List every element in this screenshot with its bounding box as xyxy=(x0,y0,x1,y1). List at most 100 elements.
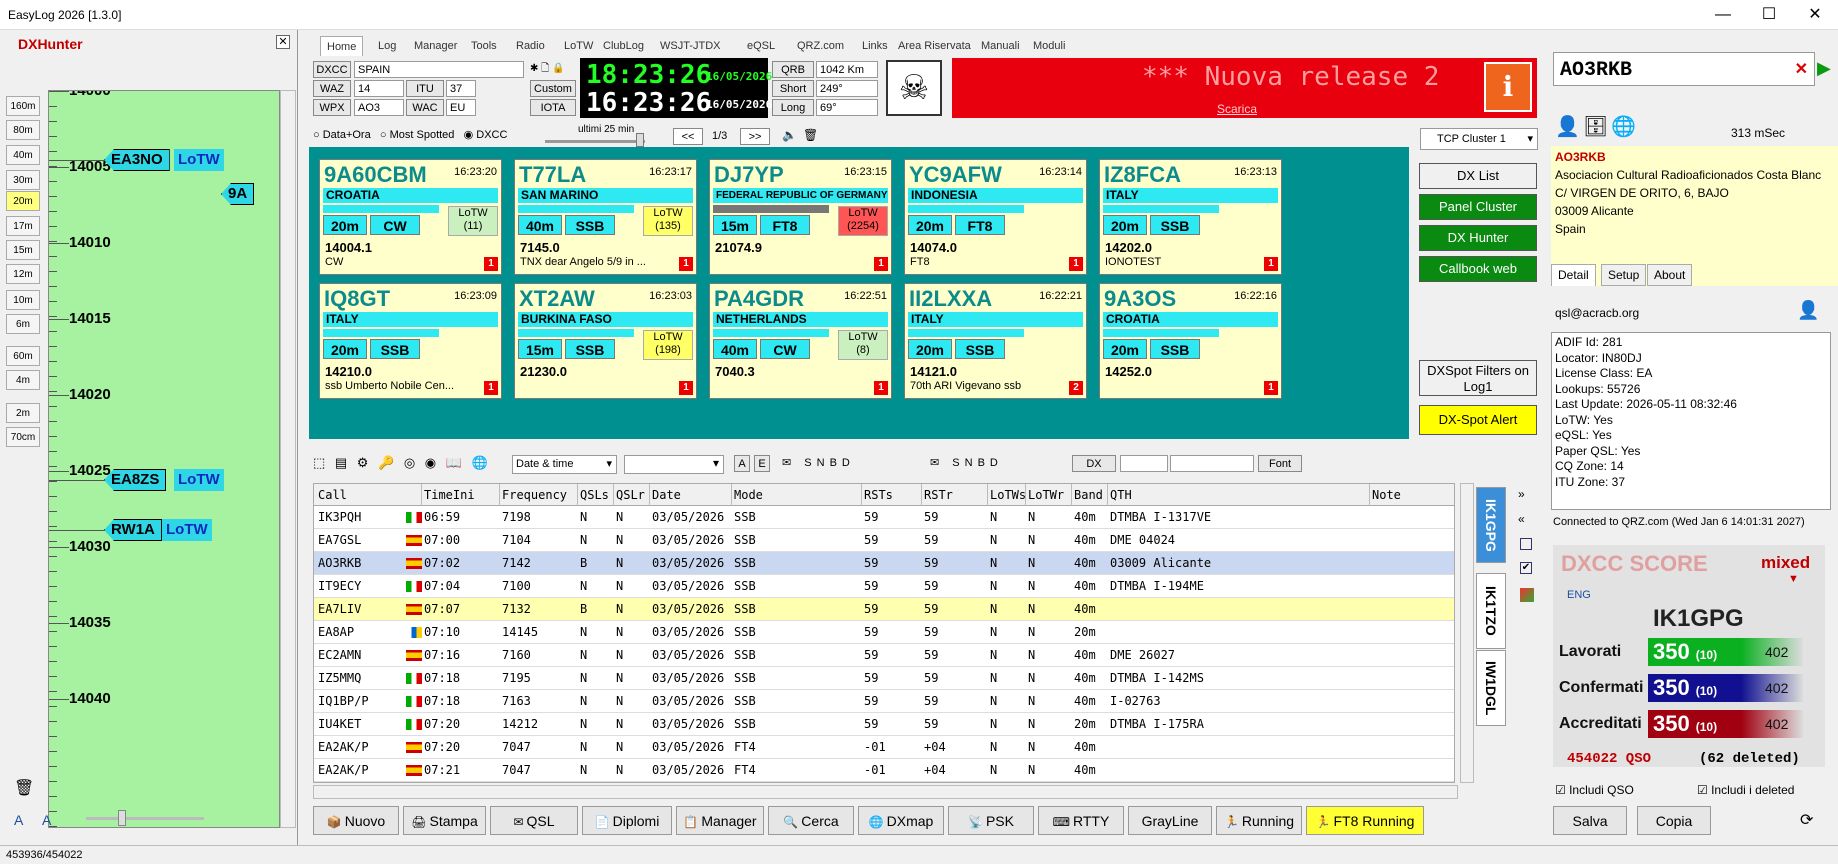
dxhunter-close-icon[interactable]: ✕ xyxy=(276,35,290,49)
qsls-d[interactable]: D xyxy=(842,457,855,469)
col-header-band[interactable]: Band xyxy=(1074,488,1103,502)
frequency-scale[interactable]: 14000 14005 14010 14015 14020 14025 14030 14035… xyxy=(48,90,280,828)
operator-tab-ik1tzo[interactable]: IK1TZO xyxy=(1476,573,1506,649)
spot-card[interactable]: XT2AW 16:23:03 BURKINA FASO 15m SSB LoTW (198… xyxy=(514,283,697,399)
range-slider[interactable] xyxy=(545,140,645,143)
qslr-s[interactable]: S xyxy=(952,457,964,469)
col-header-lotws[interactable]: LoTWs xyxy=(990,488,1026,502)
spot-card[interactable]: IQ8GT 16:23:09 ITALY 20m SSB 14210.0 ssb Umber… xyxy=(319,283,502,399)
bottom-button-running[interactable]: 🏃 Running xyxy=(1216,806,1302,835)
table-hscrollbar[interactable] xyxy=(313,785,1458,799)
qsls-icon[interactable]: ✉ xyxy=(782,457,796,469)
band-button-70cm[interactable]: 70cm xyxy=(6,427,40,447)
col-header-call[interactable]: Call xyxy=(318,488,347,502)
card-callsign[interactable]: T77LA xyxy=(519,162,586,188)
qslr-icon[interactable]: ✉ xyxy=(930,457,944,469)
col-header-rstr[interactable]: RSTr xyxy=(924,488,953,502)
e-button[interactable]: E xyxy=(754,455,770,472)
menu-tab-tools[interactable]: Tools xyxy=(465,36,503,56)
bottom-button-psk[interactable]: 📡 PSK xyxy=(948,806,1034,835)
table-row[interactable]: EC2AMN 07:16 7160 N N 03/05/2026 SSB 59 59 N N 40m D… xyxy=(314,644,1454,667)
card-callsign[interactable]: PA4GDR xyxy=(714,286,804,312)
bottom-button-cerca[interactable]: 🔍 Cerca xyxy=(768,806,854,835)
operator-tab-ik1gpg[interactable]: IK1GPG xyxy=(1476,487,1506,563)
side-button-dx-list[interactable]: DX List xyxy=(1419,163,1537,189)
cluster-select[interactable]: TCP Cluster 1 ▾ xyxy=(1420,128,1538,150)
qsls-s[interactable]: S xyxy=(804,457,816,469)
menu-tab-area-riservata[interactable]: Area Riservata xyxy=(892,36,977,56)
qslr-d[interactable]: D xyxy=(990,457,1003,469)
checkbox-empty-icon[interactable] xyxy=(1520,538,1532,550)
operator-tab-iw1dgl[interactable]: IW1DGL xyxy=(1476,650,1506,726)
qslr-filter-row[interactable]: ✉ SNBD xyxy=(930,456,1003,469)
user-small-icon[interactable]: 👤 xyxy=(1797,300,1819,321)
card-callsign[interactable]: 9A60CBM xyxy=(324,162,427,188)
font-down-icon[interactable]: A xyxy=(42,812,51,828)
bottom-button-dxmap[interactable]: 🌐 DXmap xyxy=(858,806,944,835)
mode-down-icon[interactable]: ▼ xyxy=(1788,573,1799,585)
table-row[interactable]: EA8AP 07:10 14145 N N 03/05/2026 SSB 59 59 N N 20m xyxy=(314,621,1454,644)
right-tab-about[interactable]: About xyxy=(1647,264,1693,286)
qsls-b[interactable]: B xyxy=(830,457,842,469)
menu-tab-clublog[interactable]: ClubLog xyxy=(597,36,650,56)
zoom-slider[interactable] xyxy=(86,817,204,820)
table-row[interactable]: EA7LIV 07:07 7132 B N 03/05/2026 SSB 59 59 N N 40m xyxy=(314,598,1454,621)
bottom-button-diplomi[interactable]: 📄 Diplomi xyxy=(582,806,672,835)
filter-select[interactable]: ▾ xyxy=(624,455,724,474)
menu-tab-eqsl[interactable]: eQSL xyxy=(741,36,781,56)
download-link[interactable]: Scarica xyxy=(1217,102,1257,116)
band-button-40m[interactable]: 40m xyxy=(6,145,40,165)
custom-button[interactable]: Custom xyxy=(530,80,576,97)
spot-callsign[interactable]: EA3NO xyxy=(104,149,170,171)
prev-page-button[interactable]: << xyxy=(673,128,703,145)
spot-card[interactable]: II2LXXA 16:22:21 ITALY 20m SSB 14121.0 70th AR… xyxy=(904,283,1087,399)
menu-tab-wsjt-jtdx[interactable]: WSJT-JTDX xyxy=(654,36,727,56)
table-row[interactable]: IT9ECY 07:04 7100 N N 03/05/2026 SSB 59 59 N N 40m D… xyxy=(314,575,1454,598)
table-row[interactable]: EA7GSL 07:00 7104 N N 03/05/2026 SSB 59 59 N N 40m D… xyxy=(314,529,1454,552)
col-header-frequency[interactable]: Frequency xyxy=(502,488,567,502)
news-banner[interactable]: *** Nuova release 2 Scarica ℹ xyxy=(952,58,1537,118)
col-header-mode[interactable]: Mode xyxy=(734,488,763,502)
dxspot-alert-button[interactable]: DX-Spot Alert xyxy=(1419,405,1537,435)
font-button[interactable]: Font xyxy=(1258,455,1302,472)
trash-spots-icon[interactable]: 🗑 xyxy=(803,128,818,142)
col-header-date[interactable]: Date xyxy=(652,488,681,502)
user-icon[interactable]: 👤 xyxy=(1555,114,1580,139)
menu-tab-radio[interactable]: Radio xyxy=(510,36,551,56)
band-button-4m[interactable]: 4m xyxy=(6,370,40,390)
band-button-60m[interactable]: 60m xyxy=(6,346,40,366)
trash-icon[interactable]: 🗑 xyxy=(14,778,34,798)
maximize-button[interactable]: ☐ xyxy=(1746,0,1792,30)
band-button-160m[interactable]: 160m xyxy=(6,96,40,116)
spot-callsign[interactable]: 9A xyxy=(221,183,255,205)
zoom-slider-thumb[interactable] xyxy=(118,810,126,826)
menu-tab-manuali[interactable]: Manuali xyxy=(975,36,1026,56)
table-row[interactable]: EA2AK/P 07:21 7047 N N 03/05/2026 FT4 -01 +04 N N 4… xyxy=(314,759,1454,782)
lock-icon[interactable]: ✱ 🗋 🔒 xyxy=(530,61,564,78)
table-scrollbar[interactable] xyxy=(1460,483,1474,783)
bottom-button-rtty[interactable]: ⌨ RTTY xyxy=(1038,806,1124,835)
col-header-qth[interactable]: QTH xyxy=(1110,488,1132,502)
qslr-b[interactable]: B xyxy=(978,457,990,469)
card-callsign[interactable]: II2LXXA xyxy=(909,286,992,312)
col-header-rsts[interactable]: RSTs xyxy=(864,488,893,502)
collapse-left-icon[interactable]: « xyxy=(1518,512,1525,526)
spot-card[interactable]: YC9AFW 16:23:14 INDONESIA 20m FT8 14074.0 FT8 1 xyxy=(904,159,1087,275)
info-icon[interactable]: ℹ xyxy=(1484,62,1532,112)
dx-button[interactable]: DX xyxy=(1072,455,1116,472)
clear-icon[interactable]: ✕ xyxy=(1795,59,1808,79)
spot-card[interactable]: PA4GDR 16:22:51 NETHERLANDS 40m CW LoTW (8) 70… xyxy=(709,283,892,399)
band-button-30m[interactable]: 30m xyxy=(6,170,40,190)
side-button-dx-hunter[interactable]: DX Hunter xyxy=(1419,225,1537,251)
bottom-button-ft8-running[interactable]: 🏃 FT8 Running xyxy=(1306,806,1424,835)
save-button[interactable]: Salva xyxy=(1553,806,1627,835)
speaker-icon[interactable]: 🔈 xyxy=(782,128,797,142)
right-tab-setup[interactable]: Setup xyxy=(1601,264,1647,286)
band-button-17m[interactable]: 17m xyxy=(6,216,40,236)
card-callsign[interactable]: IQ8GT xyxy=(324,286,390,312)
log-toolbar-icons[interactable]: ⬚ ▤ ⚙ 🔑 ◎ ◉ 📖 🌐 xyxy=(313,455,491,471)
score-mode[interactable]: mixed xyxy=(1761,553,1810,573)
band-button-6m[interactable]: 6m xyxy=(6,314,40,334)
card-callsign[interactable]: YC9AFW xyxy=(909,162,1002,188)
color-icon[interactable] xyxy=(1520,588,1534,602)
